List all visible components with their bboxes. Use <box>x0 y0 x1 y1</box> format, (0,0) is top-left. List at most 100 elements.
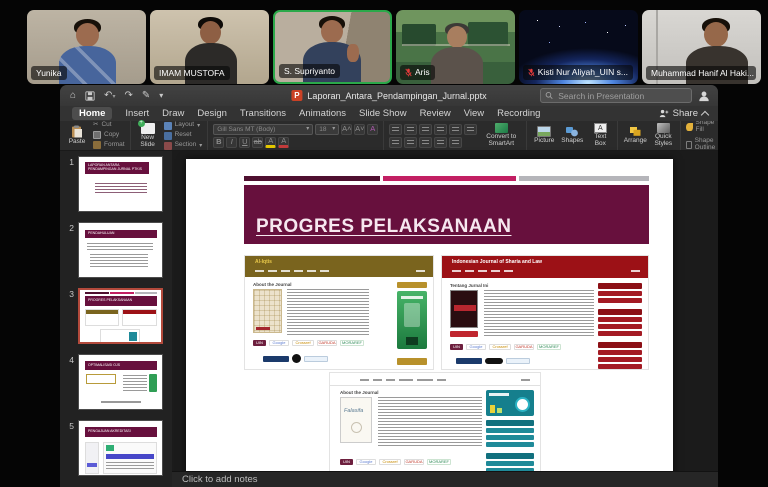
cut-button[interactable]: ✂Cut <box>93 122 125 129</box>
copy-button[interactable]: Copy <box>93 131 125 139</box>
clipboard-group: Paste ✂Cut Copy Format <box>60 121 131 150</box>
site-heading: About the Journal <box>253 282 292 287</box>
shape-fill-button[interactable]: Shape Fill▾ <box>686 120 718 133</box>
decrease-indent-button[interactable] <box>419 124 432 135</box>
screenshot-sharia-law-journal[interactable]: Indonesian Journal of Sharia and Law Ten… <box>441 255 649 370</box>
uin-logo: UIN <box>340 459 353 465</box>
justify-button[interactable] <box>434 137 447 148</box>
bullets-button[interactable] <box>389 124 402 135</box>
accent-bar-dark <box>244 176 380 181</box>
video-tile-s-supriyanto[interactable]: S. Supriyanto <box>273 10 392 84</box>
slide-title-box[interactable]: PROGRES PELAKSANAAN <box>244 185 649 244</box>
search-input[interactable] <box>556 90 687 102</box>
qat-more-icon[interactable]: ▾ <box>159 92 163 100</box>
align-left-button[interactable] <box>389 137 402 148</box>
convert-smartart-label: Convert to SmartArt <box>481 134 521 148</box>
quick-styles-button[interactable]: Quick Styles <box>651 123 675 148</box>
increase-indent-button[interactable] <box>434 124 447 135</box>
format-painter-button[interactable]: Format <box>93 141 125 149</box>
section-button[interactable]: Section▾ <box>164 142 203 150</box>
video-tile-yunika[interactable]: Yunika <box>27 10 146 84</box>
tab-design[interactable]: Design <box>197 109 227 119</box>
screenshot-falasifa[interactable]: About the Journal Falasifa <box>329 372 541 477</box>
site-nav <box>452 270 513 272</box>
picture-button[interactable]: Picture <box>532 126 556 145</box>
slide-thumbnail-2[interactable]: PENDAHULUAN <box>78 222 163 278</box>
screenshot-al-iqtis[interactable]: Al-Iqtis About the Journal <box>244 255 434 370</box>
shapes-button[interactable]: Shapes <box>560 126 584 145</box>
slide-thumbnail-5[interactable]: PENGAJUAN AKREDITASI <box>78 420 163 476</box>
site-name: Indonesian Journal of Sharia and Law <box>452 259 542 265</box>
clear-formatting-button[interactable]: A <box>367 124 378 135</box>
font-name-select[interactable]: Gill Sans MT (Body)▾ <box>213 124 313 135</box>
site-heading: About the Journal <box>340 390 379 395</box>
bold-button[interactable]: B <box>213 137 224 148</box>
layout-icon <box>164 122 172 130</box>
account-icon[interactable] <box>698 90 710 102</box>
paste-icon <box>71 125 83 138</box>
increase-font-button[interactable]: A˄ <box>341 124 352 135</box>
current-slide[interactable]: PROGRES PELAKSANAAN Al-Iqtis About the J… <box>186 159 673 487</box>
stars <box>537 20 538 21</box>
reset-button[interactable]: Reset <box>164 132 203 140</box>
shape-format-group: Shape Fill▾ Shape Outline▾ <box>681 121 718 150</box>
shape-outline-button[interactable]: Shape Outline▾ <box>686 138 718 151</box>
numbering-button[interactable] <box>404 124 417 135</box>
site-header: Al-Iqtis <box>245 256 433 277</box>
slide-thumbnail-3-selected[interactable]: PROGRES PELAKSANAAN <box>78 288 163 344</box>
strikethrough-button[interactable]: ab <box>252 137 263 148</box>
participant-label: Aris <box>415 68 430 77</box>
save-icon[interactable] <box>85 91 95 101</box>
decrease-font-button[interactable]: A˅ <box>354 124 365 135</box>
video-tile-imam-mustofa[interactable]: IMAM MUSTOFA <box>150 10 269 84</box>
thumbnail-row-1: 1 LAPORAN ANTARA PENDAMPINGAN JURNAL PTK… <box>60 156 172 212</box>
tab-draw[interactable]: Draw <box>162 109 184 119</box>
columns-button[interactable] <box>449 137 462 148</box>
muted-mic-icon <box>528 68 535 77</box>
search-icon <box>545 91 553 100</box>
tab-insert[interactable]: Insert <box>125 109 149 119</box>
select-pen-icon[interactable]: ✎ <box>142 91 150 101</box>
share-button[interactable]: Share <box>659 108 708 119</box>
crossref-logo: Crossref <box>489 344 511 350</box>
slide-title-text: PROGRES PELAKSANAAN <box>256 216 511 238</box>
underline-button[interactable]: U <box>239 137 250 148</box>
video-tile-hanif[interactable]: Muhammad Hanif Al Haki... <box>642 10 761 84</box>
tab-slide-show[interactable]: Slide Show <box>359 109 407 119</box>
tab-home[interactable]: Home <box>72 107 112 121</box>
font-color-button[interactable]: A <box>278 137 289 148</box>
workspace: 1 LAPORAN ANTARA PENDAMPINGAN JURNAL PTK… <box>60 151 718 487</box>
tab-transitions[interactable]: Transitions <box>240 109 286 119</box>
new-slide-button[interactable]: + New Slide <box>136 123 160 149</box>
search-box[interactable] <box>540 88 692 103</box>
undo-icon[interactable]: ↶▾ <box>104 91 115 101</box>
home-icon[interactable]: ⌂ <box>70 91 76 101</box>
base-logo <box>506 358 530 364</box>
tab-view[interactable]: View <box>464 109 484 119</box>
layout-button[interactable]: Layout▾ <box>164 122 203 130</box>
slide-thumbnail-1[interactable]: LAPORAN ANTARA PENDAMPINGAN JURNAL PTKIS <box>78 156 163 212</box>
slide-thumbnail-4[interactable]: OPTIMALISASI OJS <box>78 354 163 410</box>
arrange-button[interactable]: Arrange <box>623 126 647 145</box>
convert-smartart-button[interactable]: Convert to SmartArt <box>481 123 521 148</box>
tab-animations[interactable]: Animations <box>299 109 346 119</box>
text-box-button[interactable]: A Text Box <box>588 123 612 148</box>
tab-recording[interactable]: Recording <box>497 109 540 119</box>
thumb-title: LAPORAN ANTARA PENDAMPINGAN JURNAL PTKIS <box>88 164 146 172</box>
participant-label: IMAM MUSTOFA <box>159 69 225 78</box>
font-size-select[interactable]: 18▾ <box>315 124 339 135</box>
line-spacing-button[interactable] <box>449 124 462 135</box>
align-center-button[interactable] <box>404 137 417 148</box>
text-direction-button[interactable] <box>464 124 477 135</box>
notes-pane[interactable]: Click to add notes <box>172 471 718 487</box>
video-tile-kisti[interactable]: Kisti Nur Aliyah_UIN s... <box>519 10 638 84</box>
redo-icon[interactable]: ↷ <box>124 91 132 101</box>
align-right-button[interactable] <box>419 137 432 148</box>
italic-button[interactable]: I <box>226 137 237 148</box>
participant-name: Muhammad Hanif Al Haki... <box>646 66 756 81</box>
paste-button[interactable]: Paste <box>65 125 89 146</box>
highlight-color-button[interactable]: A <box>265 137 276 148</box>
ribbon-tabs: Home Insert Draw Design Transitions Anim… <box>60 106 718 121</box>
video-tile-aris[interactable]: Aris <box>396 10 515 84</box>
tab-review[interactable]: Review <box>420 109 451 119</box>
